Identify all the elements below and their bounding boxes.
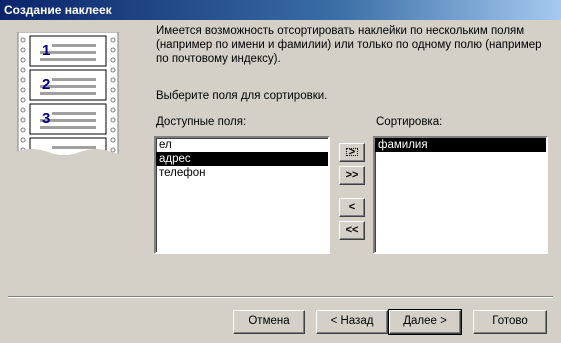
sort-fields-label: Сортировка:	[376, 116, 443, 128]
remove-all-fields-button[interactable]: <<	[339, 221, 365, 240]
available-fields-label: Доступные поля:	[156, 116, 247, 128]
list-item[interactable]: ел	[156, 138, 328, 152]
list-item[interactable]: адрес	[156, 152, 328, 166]
back-button[interactable]: < Назад	[316, 310, 388, 334]
label-number-2: 2	[42, 76, 50, 93]
title-bar: Создание наклеек	[0, 0, 561, 20]
sort-prompt: Выберите поля для сортировки.	[156, 90, 328, 102]
list-item[interactable]: фамилия	[375, 138, 546, 152]
label-number-3: 3	[42, 110, 50, 127]
labels-illustration: 1 2 3	[12, 32, 130, 158]
cancel-button[interactable]: Отмена	[233, 310, 305, 334]
list-item[interactable]: телефон	[156, 166, 328, 180]
add-field-button[interactable]: >	[339, 143, 365, 162]
window-title: Создание наклеек	[4, 3, 112, 17]
finish-button[interactable]: Готово	[473, 310, 547, 334]
footer-divider	[8, 296, 553, 298]
add-field-label: >	[344, 146, 360, 158]
sort-fields-list[interactable]: фамилия	[373, 136, 548, 254]
next-button[interactable]: Далее >	[388, 309, 462, 335]
remove-field-button[interactable]: <	[339, 198, 365, 217]
description-text: Имеется возможность отсортировать наклей…	[156, 25, 542, 65]
add-all-fields-button[interactable]: >>	[339, 166, 365, 185]
label-number-1: 1	[42, 42, 50, 59]
available-fields-list[interactable]: ел адрес телефон	[154, 136, 330, 254]
